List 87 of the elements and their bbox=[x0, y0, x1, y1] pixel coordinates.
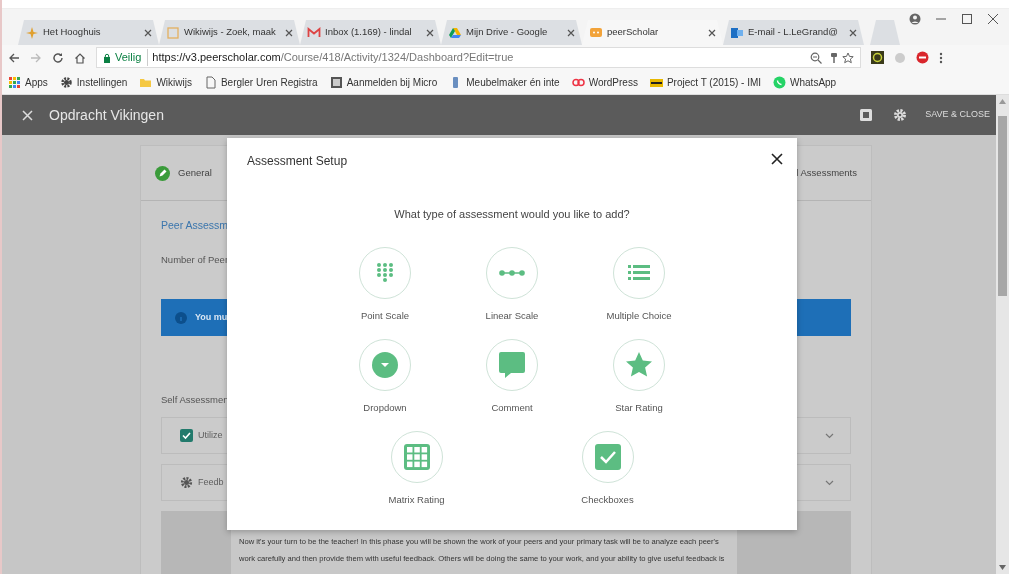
comment-icon bbox=[499, 351, 525, 378]
page-title: Opdracht Vikingen bbox=[49, 105, 164, 125]
close-icon bbox=[771, 153, 783, 165]
lock-icon bbox=[103, 52, 111, 63]
assessment-type-option[interactable]: Dropdown bbox=[321, 338, 449, 415]
home-icon[interactable] bbox=[74, 51, 86, 64]
option-label: Utilize bbox=[198, 429, 223, 442]
assessment-type-option[interactable]: Star Rating bbox=[575, 338, 703, 415]
checkbox-icon bbox=[594, 444, 621, 470]
assessment-type-option[interactable]: Checkboxes bbox=[544, 431, 671, 508]
mail-icon bbox=[307, 25, 321, 40]
close-icon[interactable] bbox=[567, 28, 575, 37]
chevron-down-icon[interactable] bbox=[825, 479, 834, 486]
key-icon[interactable] bbox=[830, 51, 838, 64]
assessment-type-option[interactable]: Matrix Rating bbox=[353, 431, 480, 508]
alert-text: You mu bbox=[195, 310, 228, 324]
info-icon bbox=[175, 311, 187, 324]
section-title: Peer Assessm bbox=[161, 218, 230, 233]
close-icon[interactable] bbox=[144, 28, 152, 37]
profile-icon[interactable] bbox=[909, 13, 921, 25]
scroll-down-icon[interactable] bbox=[999, 565, 1006, 570]
apps-grid-icon bbox=[8, 75, 21, 89]
triangle-icon bbox=[448, 25, 462, 40]
close-icon[interactable] bbox=[708, 28, 716, 37]
browser-tab[interactable]: Mijn Drive - Google bbox=[441, 20, 582, 45]
scrollbar[interactable] bbox=[996, 95, 1009, 574]
settings-icon bbox=[180, 476, 193, 490]
dialog-title: Assessment Setup bbox=[247, 153, 349, 170]
dropdown-icon bbox=[372, 351, 398, 378]
chat-bubble-icon bbox=[773, 75, 787, 89]
picture-icon bbox=[329, 75, 343, 89]
browser-tab[interactable]: Inbox (1.169) - lindal bbox=[300, 20, 441, 45]
bookmark-link[interactable]: Instellingen bbox=[59, 74, 128, 90]
adblock-icon[interactable] bbox=[916, 51, 929, 64]
close-icon[interactable] bbox=[849, 28, 857, 37]
bookmark-link[interactable]: Meubelmaker én inte bbox=[449, 74, 560, 90]
browser-tab[interactable]: E-mail - L.LeGrand@ bbox=[723, 20, 864, 45]
step-label[interactable]: l Assessments bbox=[796, 165, 857, 181]
scrollbar-thumb[interactable] bbox=[998, 116, 1007, 296]
assessment-type-option[interactable]: Comment bbox=[448, 338, 576, 415]
zoom-out-icon[interactable] bbox=[810, 51, 822, 64]
back-arrow-icon[interactable] bbox=[8, 51, 20, 64]
envelope-icon bbox=[730, 25, 744, 40]
reload-icon[interactable] bbox=[52, 51, 64, 64]
maximize-icon[interactable] bbox=[961, 13, 973, 25]
security-label: Veilig bbox=[115, 49, 149, 66]
list-icon bbox=[628, 265, 650, 280]
bookmark-link[interactable]: Wikiwijs bbox=[139, 74, 192, 90]
gear-icon bbox=[59, 75, 73, 89]
close-icon[interactable] bbox=[987, 13, 999, 25]
bookmark-link[interactable]: WhatsApp bbox=[773, 74, 837, 90]
field-label: Number of Peer bbox=[161, 252, 230, 267]
star-icon bbox=[626, 352, 652, 378]
assessment-type-option[interactable]: Linear Scale bbox=[448, 246, 576, 323]
keypad-icon bbox=[376, 262, 394, 283]
bookmark-link[interactable]: Project T (2015) - IMI bbox=[649, 74, 762, 90]
close-button[interactable] bbox=[771, 153, 783, 165]
browser-tab[interactable]: Wikiwijs - Zoek, maak bbox=[159, 20, 300, 45]
dialog-question: What type of assessment would you like to add? bbox=[393, 207, 631, 222]
address-field[interactable]: Veilig https://v3.peerscholar.com/Course/418/Activity/1324/Dashboard?Edit=true bbox=[96, 47, 861, 68]
star-outline-icon[interactable] bbox=[842, 51, 854, 64]
chevron-down-icon[interactable] bbox=[825, 432, 834, 439]
bookmark-link[interactable]: WordPress bbox=[571, 74, 638, 90]
grid-icon bbox=[403, 444, 430, 470]
assessment-type-option[interactable]: Point Scale bbox=[321, 246, 449, 323]
bookmark-link[interactable]: Apps bbox=[8, 74, 48, 90]
browser-tab[interactable]: Het Hooghuis bbox=[18, 20, 159, 45]
checkbox[interactable] bbox=[180, 429, 193, 443]
close-icon[interactable] bbox=[285, 28, 293, 37]
close-icon bbox=[22, 109, 33, 121]
settings-icon[interactable] bbox=[893, 108, 908, 122]
bookmark-link[interactable]: Bergler Uren Registra bbox=[203, 74, 318, 90]
extension-icon[interactable] bbox=[871, 51, 884, 64]
option-label: Feedb bbox=[198, 476, 224, 489]
page-icon bbox=[203, 75, 217, 89]
chat-bubble-icon bbox=[589, 25, 603, 40]
save-and-close-button[interactable]: SAVE & CLOSE bbox=[919, 108, 996, 122]
page-icon bbox=[166, 25, 180, 40]
assessment-type-option[interactable]: Multiple Choice bbox=[575, 246, 703, 323]
forward-arrow-icon bbox=[30, 51, 42, 64]
expand-icon[interactable] bbox=[859, 108, 874, 122]
url-text: https://v3.peerscholar.com/Course/418/Activity/1324/Dashboard?Edit=true bbox=[152, 50, 514, 66]
menu-icon[interactable] bbox=[939, 51, 943, 64]
close-icon[interactable] bbox=[426, 28, 434, 37]
bookmark-link[interactable]: Aanmelden bij Micro bbox=[329, 74, 438, 90]
linear-scale-icon bbox=[499, 268, 525, 277]
step-label[interactable]: General bbox=[178, 165, 212, 181]
